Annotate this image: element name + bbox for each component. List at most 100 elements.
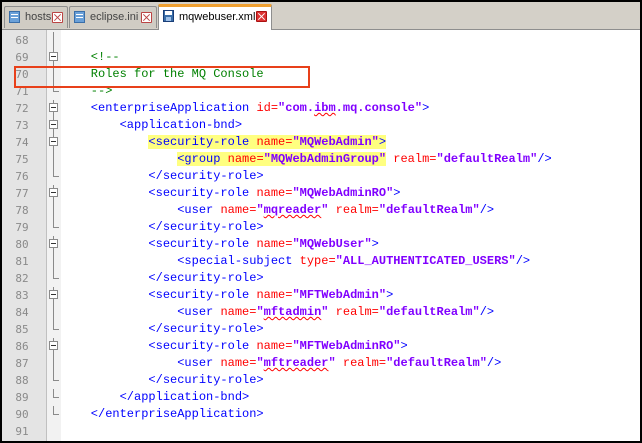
code-token: <user [62, 356, 221, 370]
code-token: "ALL_AUTHENTICATED_USERS" [335, 254, 516, 268]
line-number: 90 [15, 408, 29, 421]
file-icon [74, 11, 85, 23]
fold-toggle-icon[interactable] [47, 49, 61, 66]
code-token: /> [537, 152, 552, 166]
code-line: 84 <user name="mftadmin" realm="defaultR… [15, 304, 640, 321]
code-token: </security-role> [62, 373, 264, 387]
code-token: "defaultRealm" [436, 152, 538, 166]
line-number: 76 [15, 170, 29, 183]
line-number: 74 [15, 136, 29, 149]
code-token: "com.ibm.mq.console" [278, 101, 423, 115]
fold-guide [47, 168, 61, 185]
code-line: 91 [15, 423, 640, 440]
line-number: 73 [15, 119, 29, 132]
code-token: > [378, 135, 387, 149]
save-file-icon [163, 10, 174, 22]
code-token: <group [177, 152, 228, 166]
code-token: "mftreader" [256, 356, 336, 370]
code-token: "defaultRealm" [378, 305, 480, 319]
fold-toggle-icon[interactable] [47, 100, 61, 117]
code-token: <enterpriseApplication [62, 101, 257, 115]
fold-toggle-icon[interactable] [47, 338, 61, 355]
code-token: "defaultRealm" [378, 203, 480, 217]
code-text: <group name="MQWebAdminGroup" realm="def… [62, 151, 552, 168]
fold-guide [47, 406, 61, 423]
fold-guide [47, 270, 61, 287]
tab-label: hosts [25, 11, 52, 23]
code-text: <security-role name="MQWebAdminRO"> [62, 185, 400, 202]
code-line: 89 </application-bnd> [15, 389, 640, 406]
code-token: "MQWebAdminGroup" [263, 152, 387, 166]
code-token: name= [220, 203, 257, 217]
code-token: realm= [386, 152, 437, 166]
code-area[interactable]: 68 69 <!-- 70 Roles for the MQ Console 71 -… [15, 30, 640, 441]
code-token: realm= [328, 203, 379, 217]
line-number: 89 [15, 391, 29, 404]
code-token: name= [256, 237, 293, 251]
code-token: name= [256, 339, 293, 353]
code-text: </enterpriseApplication> [62, 406, 264, 423]
fold-toggle-icon[interactable] [47, 287, 61, 304]
code-token: "mftadmin" [256, 305, 329, 319]
close-icon[interactable] [141, 12, 152, 23]
code-text: </security-role> [62, 168, 264, 185]
fold-toggle-icon[interactable] [47, 185, 61, 202]
code-text: <!-- [62, 49, 120, 66]
code-token: <special-subject [62, 254, 300, 268]
line-number: 78 [15, 204, 29, 217]
line-number: 85 [15, 323, 29, 336]
code-token: </security-role> [62, 169, 264, 183]
code-token: "MQWebAdminRO" [292, 186, 394, 200]
code-line: 81 <special-subject type="ALL_AUTHENTICA… [15, 253, 640, 270]
line-number: 68 [15, 34, 29, 47]
code-text: <user name="mftreader" realm="defaultRea… [62, 355, 501, 372]
code-token: name= [256, 288, 293, 302]
code-token: "mqreader" [256, 203, 329, 217]
close-icon[interactable] [256, 11, 267, 22]
annotation-highlight-box [14, 66, 310, 88]
tab-label: eclipse.ini [90, 11, 139, 23]
code-token: </security-role> [62, 271, 264, 285]
file-icon [9, 11, 20, 23]
tab-hosts[interactable]: hosts [4, 6, 68, 28]
close-icon[interactable] [52, 12, 63, 23]
code-token: </application-bnd> [62, 390, 250, 404]
code-token: "MFTWebAdmin" [292, 288, 387, 302]
fold-toggle-icon[interactable] [47, 134, 61, 151]
code-token: <application-bnd> [62, 118, 243, 132]
code-text: </security-role> [62, 219, 263, 236]
code-token: /> [479, 203, 495, 217]
code-token: "defaultRealm" [386, 356, 487, 370]
code-token: name= [220, 356, 257, 370]
fold-guide [47, 219, 61, 236]
line-number: 69 [15, 51, 29, 64]
fold-guide [47, 355, 61, 372]
code-text: <security-role name="MQWebAdmin"> [62, 134, 387, 151]
code-token: <security-role [148, 135, 257, 149]
code-token: name= [256, 135, 293, 149]
line-number: 84 [15, 306, 29, 319]
code-line: 80 <security-role name="MQWebUser"> [15, 236, 640, 253]
tab-eclipse-ini[interactable]: eclipse.ini [69, 6, 157, 28]
line-number: 86 [15, 340, 29, 353]
fold-toggle-icon[interactable] [47, 117, 61, 134]
code-token: realm= [335, 356, 387, 370]
fold-guide [47, 372, 61, 389]
line-number: 80 [15, 238, 29, 251]
code-line: 77 <security-role name="MQWebAdminRO"> [15, 185, 640, 202]
code-line: 68 [15, 32, 640, 49]
code-token: <user [62, 203, 221, 217]
tab-mqwebuser-xml[interactable]: mqwebuser.xml [158, 4, 272, 30]
line-number: 88 [15, 374, 29, 387]
fold-toggle-icon[interactable] [47, 236, 61, 253]
fold-guide [47, 151, 61, 168]
spellcheck-underline: mqreader [263, 203, 322, 217]
fold-guide [47, 321, 61, 338]
code-token: <security-role [62, 186, 257, 200]
code-token: name= [227, 152, 264, 166]
code-token: realm= [328, 305, 379, 319]
line-number: 87 [15, 357, 29, 370]
fold-guide [47, 32, 61, 49]
code-token: > [422, 101, 430, 115]
code-token: > [371, 237, 379, 251]
